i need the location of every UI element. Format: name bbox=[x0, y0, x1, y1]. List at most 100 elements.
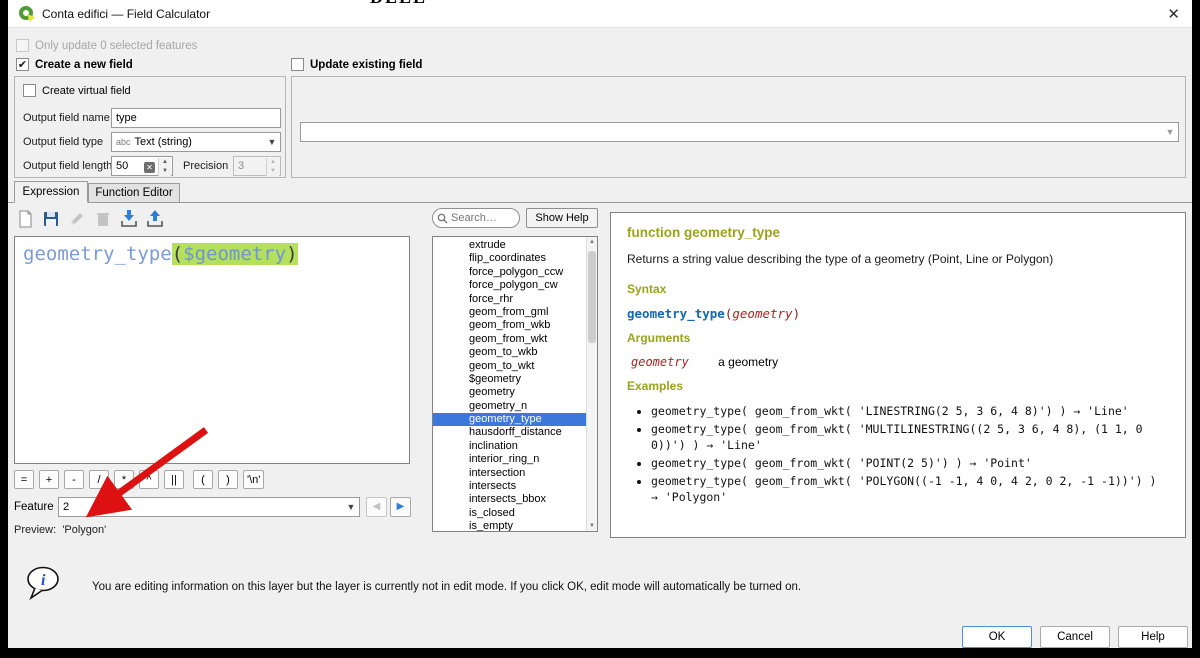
output-field-length-spinner[interactable]: 50 ✕ ▲▼ bbox=[111, 156, 173, 176]
function-list-item[interactable]: geom_from_wkt bbox=[433, 333, 597, 346]
update-existing-groupbox: ▼ bbox=[291, 76, 1186, 178]
edit-expression-button bbox=[66, 208, 88, 230]
function-list[interactable]: extrude flip_coordinates force_polygon_c… bbox=[432, 236, 598, 532]
open-paren-text: ( bbox=[172, 243, 183, 265]
feature-combo[interactable]: 2 ▼ bbox=[58, 497, 360, 517]
function-list-item[interactable]: is_closed bbox=[433, 507, 597, 520]
cancel-button[interactable]: Cancel bbox=[1040, 626, 1110, 648]
create-new-field-checkbox[interactable]: ✔ Create a new field bbox=[16, 58, 133, 71]
function-list-item[interactable]: force_polygon_ccw bbox=[433, 266, 597, 279]
expression-editor[interactable]: geometry_type($geometry) bbox=[14, 236, 410, 464]
operator-multiply-button[interactable]: * bbox=[114, 470, 134, 489]
arguments-heading: Arguments bbox=[627, 331, 1169, 345]
syntax-close-paren: ) bbox=[793, 306, 801, 321]
delete-expression-button bbox=[92, 208, 114, 230]
operator-divide-button[interactable]: / bbox=[89, 470, 109, 489]
function-list-item[interactable]: geom_to_wkb bbox=[433, 346, 597, 359]
search-icon bbox=[437, 213, 448, 224]
operator-open-paren-button[interactable]: ( bbox=[193, 470, 213, 489]
preview-text: Preview: 'Polygon' bbox=[14, 524, 106, 536]
scroll-down-icon[interactable]: ▼ bbox=[587, 523, 597, 529]
output-field-type-combo[interactable]: abc Text (string) ▼ bbox=[111, 132, 281, 152]
function-list-item[interactable]: force_polygon_cw bbox=[433, 279, 597, 292]
feature-value: 2 bbox=[63, 501, 69, 513]
spin-down-icon[interactable]: ▼ bbox=[159, 167, 171, 176]
function-list-item[interactable]: interior_ring_n bbox=[433, 453, 597, 466]
search-input[interactable] bbox=[451, 210, 517, 226]
tab-function-editor[interactable]: Function Editor bbox=[88, 183, 180, 203]
help-description: Returns a string value describing the ty… bbox=[627, 252, 1169, 266]
scroll-up-icon[interactable]: ▲ bbox=[587, 239, 597, 245]
operator-equals-button[interactable]: = bbox=[14, 470, 34, 489]
operator-plus-button[interactable]: + bbox=[39, 470, 59, 489]
function-list-item[interactable]: hausdorff_distance bbox=[433, 426, 597, 439]
function-search[interactable] bbox=[432, 208, 520, 228]
function-list-item[interactable]: geom_from_wkb bbox=[433, 319, 597, 332]
preview-value: 'Polygon' bbox=[62, 524, 106, 536]
scrollbar-thumb[interactable] bbox=[588, 251, 596, 343]
function-list-item[interactable]: is_empty bbox=[433, 520, 597, 532]
checkbox-box[interactable] bbox=[16, 39, 29, 52]
function-list-item[interactable]: geom_from_gml bbox=[433, 306, 597, 319]
show-help-button[interactable]: Show Help bbox=[526, 208, 598, 228]
update-existing-field-label: Update existing field bbox=[310, 59, 422, 71]
expression-argument-text: $geometry bbox=[183, 243, 286, 265]
existing-field-combo: ▼ bbox=[300, 122, 1179, 142]
arrow-left-icon: ◀ bbox=[373, 501, 381, 512]
create-virtual-field-checkbox[interactable]: Create virtual field bbox=[23, 84, 131, 97]
function-list-item[interactable]: extrude bbox=[433, 239, 597, 252]
close-icon[interactable]: ✕ bbox=[1167, 5, 1180, 23]
operator-newline-button[interactable]: '\n' bbox=[243, 470, 264, 489]
checkbox-box[interactable]: ✔ bbox=[16, 58, 29, 71]
only-update-selected-checkbox[interactable]: Only update 0 selected features bbox=[16, 39, 197, 52]
import-expressions-button[interactable] bbox=[118, 208, 140, 230]
checkbox-box[interactable] bbox=[291, 58, 304, 71]
tab-expression[interactable]: Expression bbox=[14, 181, 88, 203]
operator-minus-button[interactable]: - bbox=[64, 470, 84, 489]
background-window-text: DELL bbox=[370, 0, 450, 6]
create-virtual-field-label: Create virtual field bbox=[42, 85, 131, 97]
spin-down-icon: ▼ bbox=[267, 167, 279, 176]
function-list-scrollbar[interactable]: ▲ ▼ bbox=[586, 237, 597, 531]
function-list-item[interactable]: inclination bbox=[433, 440, 597, 453]
spin-buttons[interactable]: ▲▼ bbox=[158, 158, 171, 176]
syntax-heading: Syntax bbox=[627, 282, 1169, 296]
output-field-type-value: Text (string) bbox=[135, 136, 192, 148]
next-feature-button[interactable]: ▶ bbox=[390, 497, 411, 517]
ok-button[interactable]: OK bbox=[962, 626, 1032, 648]
export-expressions-button[interactable] bbox=[144, 208, 166, 230]
output-field-length-label: Output field length bbox=[23, 160, 112, 172]
spin-up-icon[interactable]: ▲ bbox=[159, 158, 171, 167]
export-icon bbox=[145, 217, 165, 232]
new-expression-button[interactable] bbox=[14, 208, 36, 230]
checkbox-box[interactable] bbox=[23, 84, 36, 97]
output-field-name-input[interactable] bbox=[111, 108, 281, 128]
function-list-item[interactable]: $geometry bbox=[433, 373, 597, 386]
function-list-item[interactable]: intersects bbox=[433, 480, 597, 493]
function-list-item[interactable]: geometry bbox=[433, 386, 597, 399]
syntax-function: geometry_type bbox=[627, 306, 725, 321]
reset-value-icon[interactable]: ✕ bbox=[144, 162, 155, 173]
function-list-item[interactable]: force_rhr bbox=[433, 293, 597, 306]
only-update-label: Only update 0 selected features bbox=[35, 40, 197, 52]
example-item: geometry_type( geom_from_wkt( 'POLYGON((… bbox=[651, 473, 1169, 506]
operator-close-paren-button[interactable]: ) bbox=[218, 470, 238, 489]
save-expression-button[interactable] bbox=[40, 208, 62, 230]
screen-background: Conta edifici — Field Calculator ✕ DELL … bbox=[0, 0, 1200, 658]
function-list-item[interactable]: intersects_bbox bbox=[433, 493, 597, 506]
svg-text:i: i bbox=[41, 572, 46, 589]
close-paren-text: ) bbox=[286, 243, 297, 265]
function-list-item-selected[interactable]: geometry_type bbox=[433, 413, 597, 426]
function-list-item[interactable]: geometry_n bbox=[433, 400, 597, 413]
function-list-item[interactable]: flip_coordinates bbox=[433, 252, 597, 265]
function-list-item[interactable]: intersection bbox=[433, 467, 597, 480]
operator-power-button[interactable]: ^ bbox=[139, 470, 159, 489]
spin-buttons: ▲▼ bbox=[266, 158, 279, 176]
save-icon bbox=[41, 217, 61, 232]
example-item: geometry_type( geom_from_wkt( 'LINESTRIN… bbox=[651, 403, 1169, 420]
feature-label: Feature bbox=[14, 501, 54, 513]
help-button[interactable]: Help bbox=[1118, 626, 1188, 648]
update-existing-field-checkbox[interactable]: Update existing field bbox=[291, 58, 422, 71]
function-list-item[interactable]: geom_to_wkt bbox=[433, 360, 597, 373]
operator-concat-button[interactable]: || bbox=[164, 470, 184, 489]
